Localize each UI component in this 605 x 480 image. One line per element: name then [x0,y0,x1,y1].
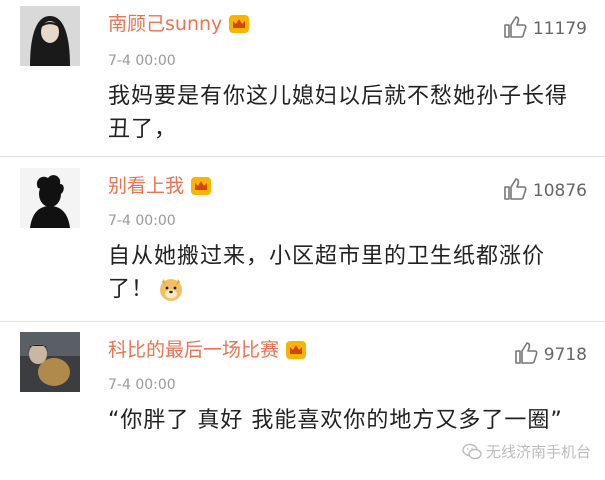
comment-time: 7-4 00:00 [108,213,176,229]
like-button[interactable]: 10876 [503,178,587,207]
watermark: 无线济南手机台 [462,441,591,464]
comment-item: 南顾己sunny 11179 7-4 00:00 我妈要是有你这儿媳妇以后就不愁… [0,0,605,152]
comment-text: “你胖了 真好 我能喜欢你的地方又多了一圈” [108,408,563,433]
comment-time: 7-4 00:00 [108,53,176,69]
doge-emoji-icon [158,276,184,312]
comment-text: 我妈要是有你这儿媳妇以后就不愁她孙子长得丑了， [108,84,569,142]
like-count: 11179 [532,19,587,39]
like-count: 9718 [543,345,587,365]
divider [0,321,605,322]
vip-crown-icon [228,14,250,40]
like-count: 10876 [532,181,587,201]
comment-text: 自从她搬过来，小区超市里的卫生纸都涨价了！ [108,240,578,312]
comment-time: 7-4 00:00 [108,377,176,393]
like-button[interactable]: 11179 [503,16,587,45]
like-button[interactable]: 9718 [514,342,587,371]
silhouette-avatar-icon [20,168,80,228]
vip-crown-icon [285,340,307,366]
username[interactable]: 南顾己sunny [108,12,250,40]
portrait-avatar-icon [20,6,80,66]
username[interactable]: 科比的最后一场比赛 [108,338,307,366]
comment-item: 别看上我 10876 7-4 00:00 自从她搬过来，小区超市里的卫生纸都涨价… [0,160,605,312]
thumb-up-icon [503,16,527,45]
user-avatar[interactable] [20,332,80,392]
thumb-up-icon [503,178,527,207]
thumb-up-icon [514,342,538,371]
photo-avatar-icon [20,332,80,392]
user-avatar[interactable] [20,168,80,228]
wechat-logo-icon [462,443,482,464]
user-avatar[interactable] [20,6,80,66]
divider [0,156,605,157]
vip-crown-icon [190,176,212,202]
username[interactable]: 别看上我 [108,174,212,202]
